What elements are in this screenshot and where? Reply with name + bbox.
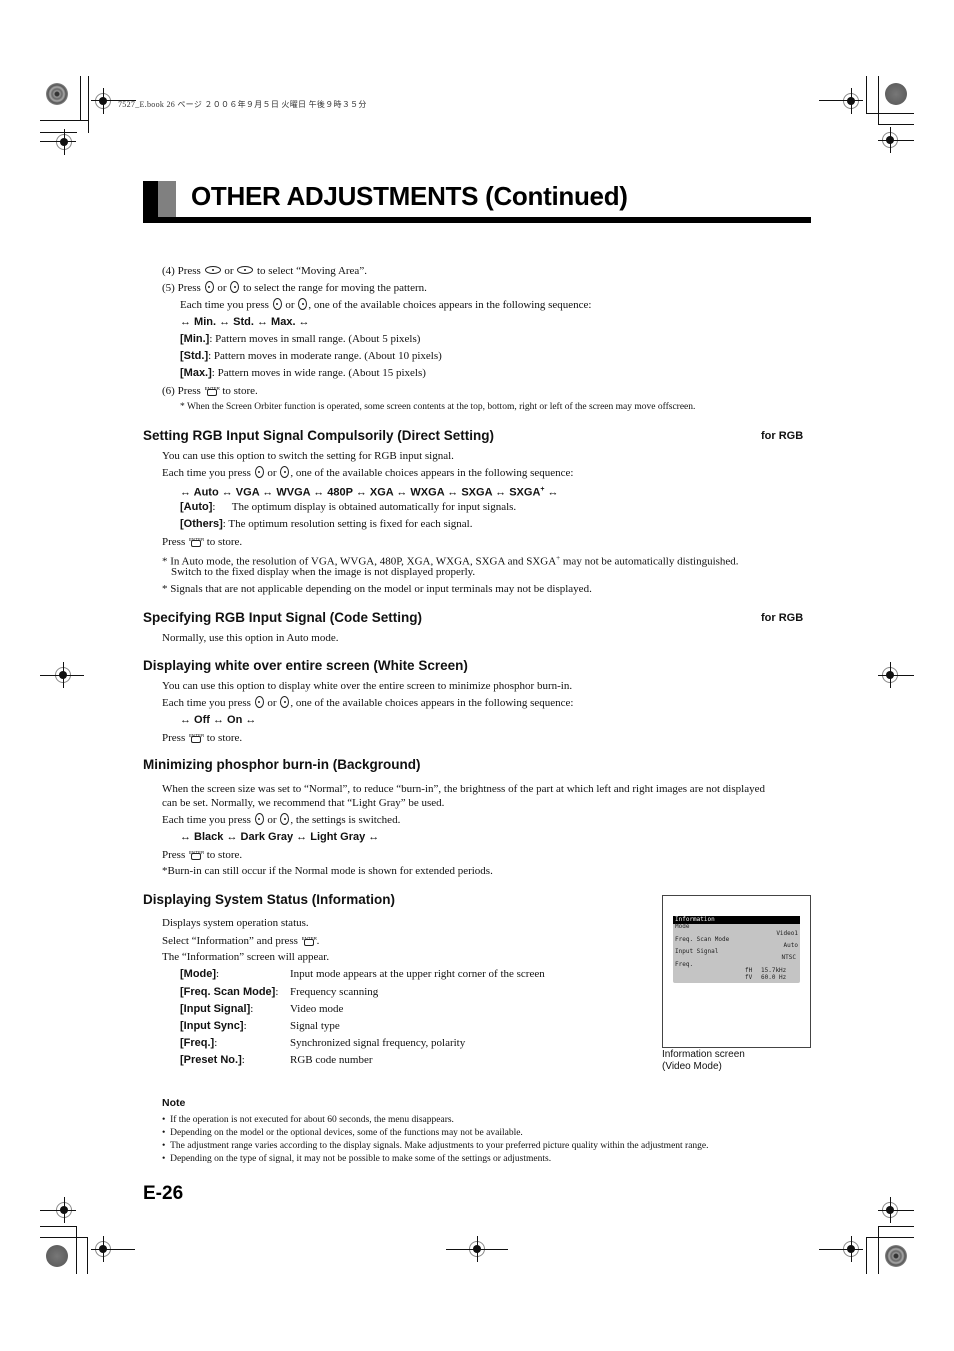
background-intro: When the screen size was set to “Normal”… [162,783,765,795]
information-line-3: The “Information” screen will appear. [162,951,330,963]
screen-orbiter-footnote: * When the Screen Orbiter function is op… [180,402,696,412]
info-item-desc: Synchronized signal frequency, polarity [290,1037,466,1049]
title-underline [143,217,811,223]
left-button-icon [272,298,282,310]
page-title: OTHER ADJUSTMENTS (Continued) [191,181,628,211]
section-heading-direct-setting: Setting RGB Input Signal Compulsorily (D… [143,428,495,443]
figure-caption: Information screen (Video Mode) [662,1049,745,1073]
sequence-off-on: ↔ Off ↔ On ↔ [180,714,257,726]
burn-in-note: *Burn-in can still occur if the Normal m… [162,865,493,877]
crosshair-target-icon [843,88,859,114]
section-heading-information: Displaying System Status (Information) [143,892,396,907]
info-item-desc: RGB code number [290,1054,373,1066]
osd-value: Auto [783,942,798,949]
left-button-icon [254,696,264,708]
osd-fv-value: 60.0 Hz [761,974,787,981]
option-others: [Others]: The optimum resolution setting… [180,518,473,530]
option-std: [Std.]: Pattern moves in moderate range.… [180,350,442,362]
title-accent-gray [158,181,176,217]
info-item: [Freq.]: [180,1037,218,1049]
right-button-icon [280,696,290,708]
enter-button-icon: ENTER [205,383,220,397]
step-4: (4) Press or to select “Moving Area”. [162,265,367,277]
for-rgb-tag: for RGB [761,430,804,442]
each-time-text: Each time you press or , one of the avai… [162,696,574,709]
print-metadata: 7527_E.book 26 ページ ２００６年９月５日 火曜日 午後９時３５分 [118,100,367,109]
enter-button-icon: ENTER [189,534,204,548]
each-time-text: Each time you press or , one of the avai… [180,298,592,311]
section-heading-code-setting: Specifying RGB Input Signal (Code Settin… [143,610,422,625]
background-intro-cont: can be set. Normally, we recommend that … [162,797,445,809]
registration-mark-icon [885,83,907,105]
information-osd: Information Mode Video1 Freq. Scan Mode … [673,916,800,983]
info-item-desc: Signal type [290,1020,340,1032]
option-max: [Max.]: Pattern moves in wide range. (Ab… [180,367,426,379]
option-min: [Min.]: Pattern moves in small range. (A… [180,333,421,345]
sequence-rgb-signals: ↔ Auto ↔ VGA ↔ WVGA ↔ 480P ↔ XGA ↔ WXGA … [180,486,559,499]
osd-label: Freq. Scan Mode [675,936,730,943]
up-button-icon [204,266,221,274]
title-accent-dark [143,181,158,222]
down-button-icon [237,266,254,274]
note-item: • The adjustment range varies according … [162,1141,709,1151]
osd-title: Information [673,916,800,924]
sequence-moving-range: ↔ Min. ↔ Std. ↔ Max. ↔ [180,316,310,328]
enter-button-icon: ENTER [189,730,204,744]
left-button-icon [254,466,264,478]
code-setting-body: Normally, use this option in Auto mode. [162,632,339,644]
crosshair-target-icon [95,88,111,114]
sequence-background-colors: ↔ Black ↔ Dark Gray ↔ Light Gray ↔ [180,831,380,843]
info-item-desc: Input mode appears at the upper right co… [290,968,545,980]
caption-line: (Video Mode) [662,1061,722,1072]
registration-mark-icon [46,83,68,105]
for-rgb-tag: for RGB [761,612,804,624]
each-time-text: Each time you press or , one of the avai… [162,466,574,479]
page-number: E-26 [143,1183,184,1204]
osd-label: Freq. [675,961,694,968]
info-item-desc: Video mode [290,1003,344,1015]
osd-label: Input Signal [675,948,719,955]
store-instruction: Press ENTER to store. [162,730,243,744]
info-item: [Input Signal]: [180,1003,254,1015]
white-screen-intro: You can use this option to display white… [162,680,573,692]
info-item-desc: Frequency scanning [290,986,379,998]
store-instruction: Press ENTER to store. [162,534,243,548]
right-button-icon [298,298,308,310]
left-button-icon [254,813,264,825]
signals-note: * Signals that are not applicable depend… [162,583,592,595]
crosshair-target-icon [56,129,72,155]
step-6: (6) Press ENTER to store. [162,383,258,397]
each-time-text: Each time you press or , the settings is… [162,813,401,826]
option-auto: [Auto]: The optimum display is obtained … [180,501,517,513]
information-line-1: Displays system operation status. [162,917,309,929]
registration-mark-icon [46,1245,68,1267]
osd-value: Video1 [776,930,798,937]
info-item: [Input Sync]: [180,1020,247,1032]
store-instruction: Press ENTER to store. [162,847,243,861]
note-item: • If the operation is not executed for a… [162,1115,454,1125]
right-button-icon [280,813,290,825]
direct-setting-intro: You can use this option to switch the se… [162,450,454,462]
section-heading-white-screen: Displaying white over entire screen (Whi… [143,658,468,673]
enter-button-icon: ENTER [189,847,204,861]
info-item: [Preset No.]: [180,1054,245,1066]
registration-mark-icon [885,1245,907,1267]
caption-line: Information screen [662,1049,745,1060]
left-button-icon [204,281,214,293]
osd-label: Mode [675,923,690,930]
note-item: • Depending on the type of signal, it ma… [162,1154,552,1164]
step-5: (5) Press or to select the range for mov… [162,281,427,294]
right-button-icon [280,466,290,478]
info-item: [Freq. Scan Mode]: [180,986,279,998]
info-item: [Mode]: [180,968,220,980]
information-line-2: Select “Information” and press ENTER. [162,933,320,947]
section-heading-background: Minimizing phosphor burn-in (Background) [143,757,421,772]
enter-button-icon: ENTER [302,933,317,947]
note-heading: Note [162,1097,186,1109]
right-button-icon [230,281,240,293]
osd-fv-label: fV [745,974,753,981]
note-item: • Depending on the model or the optional… [162,1128,523,1138]
auto-mode-note-cont: Switch to the fixed display when the ima… [171,566,476,578]
osd-value: NTSC [781,954,796,961]
